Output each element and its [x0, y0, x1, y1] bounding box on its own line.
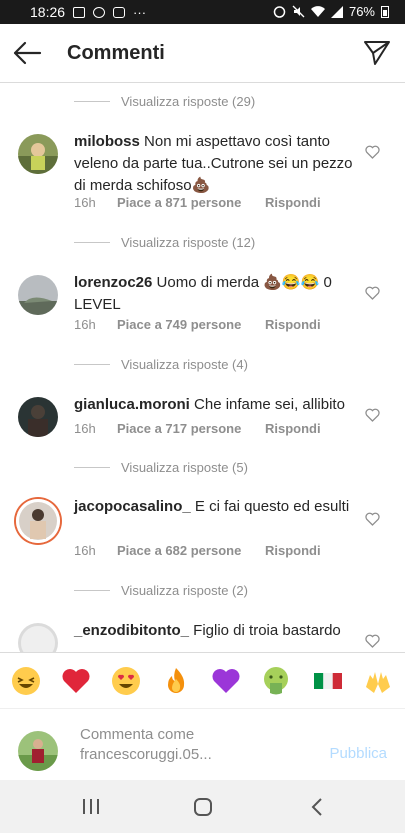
wifi-icon — [310, 5, 325, 17]
like-heart-icon[interactable] — [365, 145, 380, 159]
view-replies-label: Visualizza risposte (2) — [121, 582, 248, 598]
comment-body: E ci fai questo ed esulti — [194, 498, 350, 515]
comment-likes[interactable]: Piace a 871 persone — [117, 195, 265, 210]
instagram-notification-icon — [113, 6, 126, 18]
current-user-avatar — [18, 731, 58, 771]
heart-emoji-icon[interactable] — [60, 665, 92, 697]
avatar[interactable] — [18, 275, 58, 315]
system-navigation-bar — [0, 780, 405, 833]
reply-button[interactable]: Rispondi — [265, 195, 321, 210]
signal-icon — [330, 5, 343, 18]
view-replies-link[interactable]: Visualizza risposte (5) — [74, 457, 248, 477]
reply-button[interactable]: Rispondi — [265, 317, 321, 332]
comment-time: 16h — [74, 195, 96, 210]
comment-time: 16h — [74, 543, 96, 558]
like-heart-icon[interactable] — [365, 286, 380, 300]
comment-meta: 16h Piace a 717 persone Rispondi — [74, 421, 321, 436]
home-icon[interactable] — [193, 797, 213, 817]
messenger-notification-icon — [93, 6, 106, 18]
like-heart-icon[interactable] — [365, 512, 380, 526]
comment-text: gianluca.moroni Che infame sei, allibito — [74, 394, 354, 416]
comment-item: lorenzoc26 Uomo di merda 💩😂😂 0 LEVEL 16h… — [0, 272, 405, 342]
reply-button[interactable]: Rispondi — [265, 421, 321, 436]
back-arrow-icon[interactable] — [12, 40, 42, 66]
fire-emoji-icon[interactable] — [160, 665, 192, 697]
comment-meta: 16h Piace a 682 persone Rispondi — [74, 543, 321, 558]
italy-flag-icon[interactable] — [312, 665, 344, 697]
page-title: Commenti — [67, 42, 165, 64]
battery-percent: 76% — [348, 4, 375, 19]
publish-button[interactable]: Pubblica — [329, 745, 387, 762]
status-bar: 18:26 ··· 76% — [0, 0, 405, 24]
gallery-notification-icon — [73, 6, 86, 18]
avatar[interactable] — [18, 397, 58, 437]
laughing-emoji-icon[interactable] — [10, 665, 42, 697]
recent-apps-icon[interactable] — [82, 798, 100, 815]
view-replies-label: Visualizza risposte (12) — [121, 234, 256, 250]
reply-button[interactable]: Rispondi — [265, 543, 321, 558]
top-app-bar: Commenti — [0, 24, 405, 83]
comment-username[interactable]: gianluca.moroni — [74, 396, 190, 413]
comment-username[interactable]: _enzodibitonto_ — [74, 622, 189, 639]
view-replies-divider — [74, 363, 110, 365]
comment-body: Figlio di troia bastardo — [193, 622, 341, 639]
battery-icon — [381, 6, 389, 18]
mute-icon — [292, 5, 305, 18]
view-replies-divider — [74, 466, 110, 468]
comment-likes[interactable]: Piace a 682 persone — [117, 543, 265, 558]
vomit-emoji-icon[interactable] — [260, 665, 292, 697]
view-replies-divider — [74, 241, 110, 243]
view-replies-label: Visualizza risposte (5) — [121, 459, 248, 475]
avatar[interactable] — [18, 623, 58, 652]
comment-composer: Commenta come francescoruggi.05... Pubbl… — [0, 708, 405, 781]
comment-text: jacopocasalino_ E ci fai questo ed esult… — [74, 496, 354, 518]
comment-meta: 16h Piace a 749 persone Rispondi — [74, 317, 321, 332]
avatar[interactable] — [18, 134, 58, 174]
purple-heart-emoji-icon[interactable] — [210, 665, 242, 697]
comment-item: miloboss Non mi aspettavo così tanto vel… — [0, 131, 405, 221]
view-replies-link[interactable]: Visualizza risposte (4) — [74, 354, 248, 374]
view-replies-label: Visualizza risposte (4) — [121, 356, 248, 372]
comment-text: miloboss Non mi aspettavo così tanto vel… — [74, 131, 354, 197]
comment-item: jacopocasalino_ E ci fai questo ed esult… — [0, 496, 405, 566]
view-replies-label: Visualizza risposte (29) — [121, 93, 256, 109]
avatar[interactable] — [16, 499, 60, 543]
view-replies-link[interactable]: Visualizza risposte (12) — [74, 232, 255, 252]
comment-item: _enzodibitonto_ Figlio di troia bastardo — [0, 620, 405, 652]
comment-username[interactable]: miloboss — [74, 133, 140, 150]
view-replies-divider — [74, 589, 110, 591]
view-replies-link[interactable]: Visualizza risposte (29) — [74, 91, 255, 111]
comment-input[interactable]: Commenta come francescoruggi.05... — [80, 725, 280, 765]
heart-eyes-emoji-icon[interactable] — [110, 665, 142, 697]
comment-text: _enzodibitonto_ Figlio di troia bastardo — [74, 620, 354, 642]
comment-body: Che infame sei, allibito — [194, 396, 345, 413]
comment-likes[interactable]: Piace a 717 persone — [117, 421, 265, 436]
nav-back-icon[interactable] — [310, 797, 324, 817]
like-heart-icon[interactable] — [365, 634, 380, 648]
comment-username[interactable]: jacopocasalino_ — [74, 498, 191, 515]
emoji-quick-bar — [0, 652, 405, 709]
like-heart-icon[interactable] — [365, 408, 380, 422]
comment-likes[interactable]: Piace a 749 persone — [117, 317, 265, 332]
comment-item: gianluca.moroni Che infame sei, allibito… — [0, 394, 405, 444]
comment-meta: 16h Piace a 871 persone Rispondi — [74, 195, 321, 210]
comment-text: lorenzoc26 Uomo di merda 💩😂😂 0 LEVEL — [74, 272, 354, 316]
comment-username[interactable]: lorenzoc26 — [74, 274, 152, 291]
status-time: 18:26 — [30, 4, 66, 20]
direct-send-icon[interactable] — [363, 39, 391, 67]
view-replies-link[interactable]: Visualizza risposte (2) — [74, 580, 248, 600]
view-replies-divider — [74, 100, 110, 102]
comment-time: 16h — [74, 317, 96, 332]
raised-hands-emoji-icon[interactable] — [362, 665, 394, 697]
more-notifications-indicator: ··· — [133, 4, 147, 20]
alarm-icon — [273, 6, 286, 18]
comment-time: 16h — [74, 421, 96, 436]
